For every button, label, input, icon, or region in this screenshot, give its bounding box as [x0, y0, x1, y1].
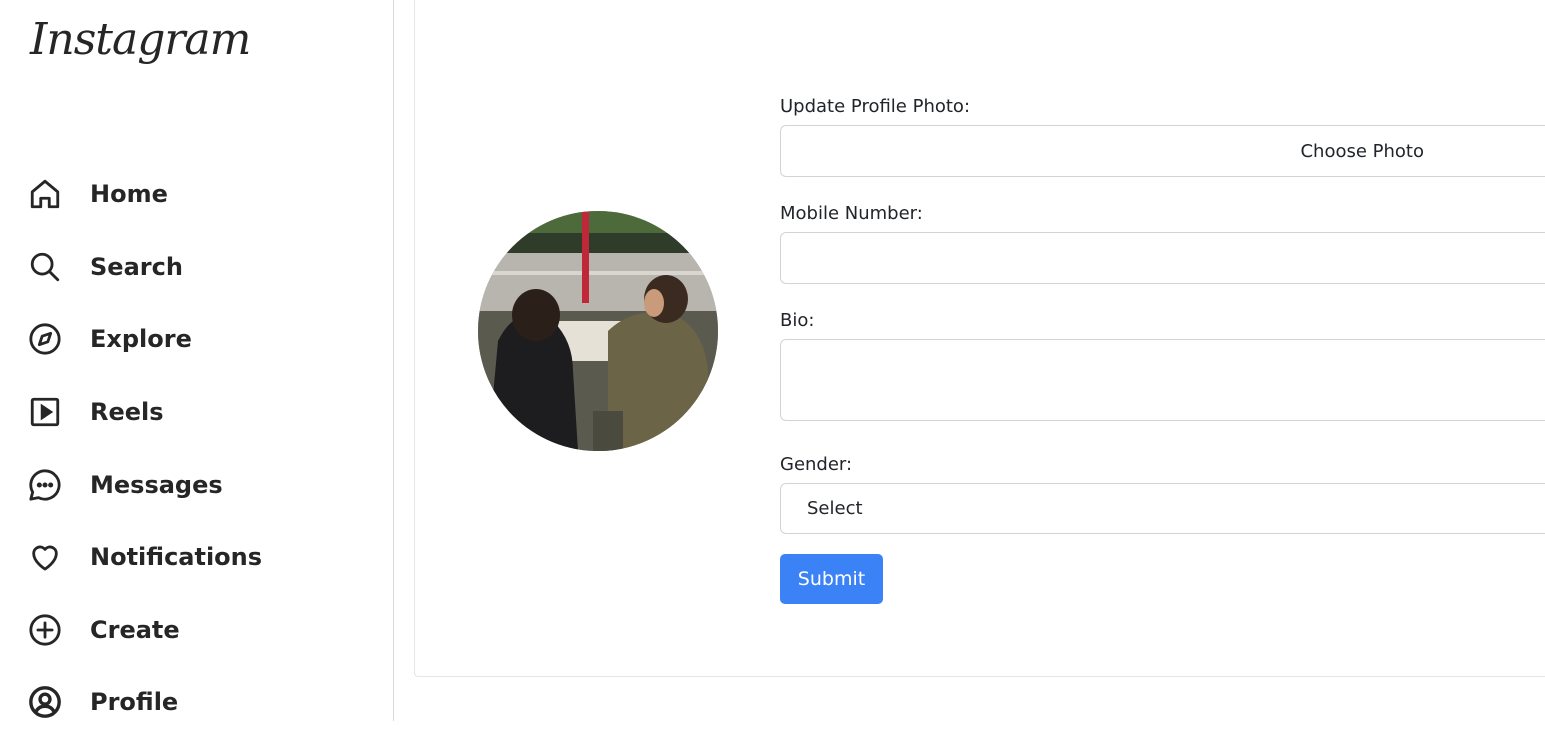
- sidebar-item-profile[interactable]: Profile: [0, 666, 394, 739]
- sidebar-item-search[interactable]: Search: [0, 231, 394, 304]
- sidebar: Instagram Home Search Explore Reels Mess…: [0, 0, 394, 721]
- search-icon: [27, 249, 63, 285]
- profile-photo: [478, 211, 718, 451]
- submit-button[interactable]: Submit: [780, 554, 883, 604]
- sidebar-item-label: Home: [90, 180, 168, 209]
- sidebar-item-notifications[interactable]: Notifications: [0, 521, 394, 594]
- sidebar-item-reels[interactable]: Reels: [0, 376, 394, 449]
- sidebar-item-label: Profile: [90, 688, 179, 717]
- bio-textarea[interactable]: [780, 339, 1545, 421]
- home-icon: [27, 176, 63, 212]
- compass-icon: [27, 321, 63, 357]
- reels-icon: [27, 394, 63, 430]
- sidebar-item-label: Messages: [90, 470, 223, 499]
- mobile-number-input[interactable]: [780, 232, 1545, 284]
- sidebar-item-home[interactable]: Home: [0, 158, 394, 231]
- heart-icon: [27, 539, 63, 575]
- gender-selected-value: Select: [807, 498, 863, 519]
- mobile-number-label: Mobile Number:: [780, 203, 923, 224]
- edit-profile-form: Update Profile Photo: Choose Photo Mobil…: [780, 96, 1545, 604]
- sidebar-item-label: Reels: [90, 398, 164, 427]
- sidebar-item-label: Notifications: [90, 543, 263, 572]
- sidebar-nav: Home Search Explore Reels Messages Notif…: [0, 158, 394, 739]
- chat-bubble-icon: [27, 467, 63, 503]
- sidebar-item-messages[interactable]: Messages: [0, 448, 394, 521]
- choose-photo-button[interactable]: Choose Photo: [780, 125, 1545, 177]
- instagram-logo[interactable]: Instagram: [30, 14, 251, 65]
- sidebar-item-explore[interactable]: Explore: [0, 303, 394, 376]
- user-circle-icon: [27, 684, 63, 720]
- plus-circle-icon: [27, 612, 63, 648]
- choose-photo-label: Choose Photo: [1300, 140, 1424, 162]
- sidebar-item-create[interactable]: Create: [0, 594, 394, 667]
- gender-select[interactable]: Select: [780, 483, 1545, 534]
- sidebar-item-label: Search: [90, 252, 183, 281]
- photo-label: Update Profile Photo:: [780, 96, 971, 117]
- gender-label: Gender:: [780, 454, 853, 475]
- bio-label: Bio:: [780, 310, 815, 331]
- sidebar-item-label: Explore: [90, 325, 192, 354]
- sidebar-item-label: Create: [90, 615, 180, 644]
